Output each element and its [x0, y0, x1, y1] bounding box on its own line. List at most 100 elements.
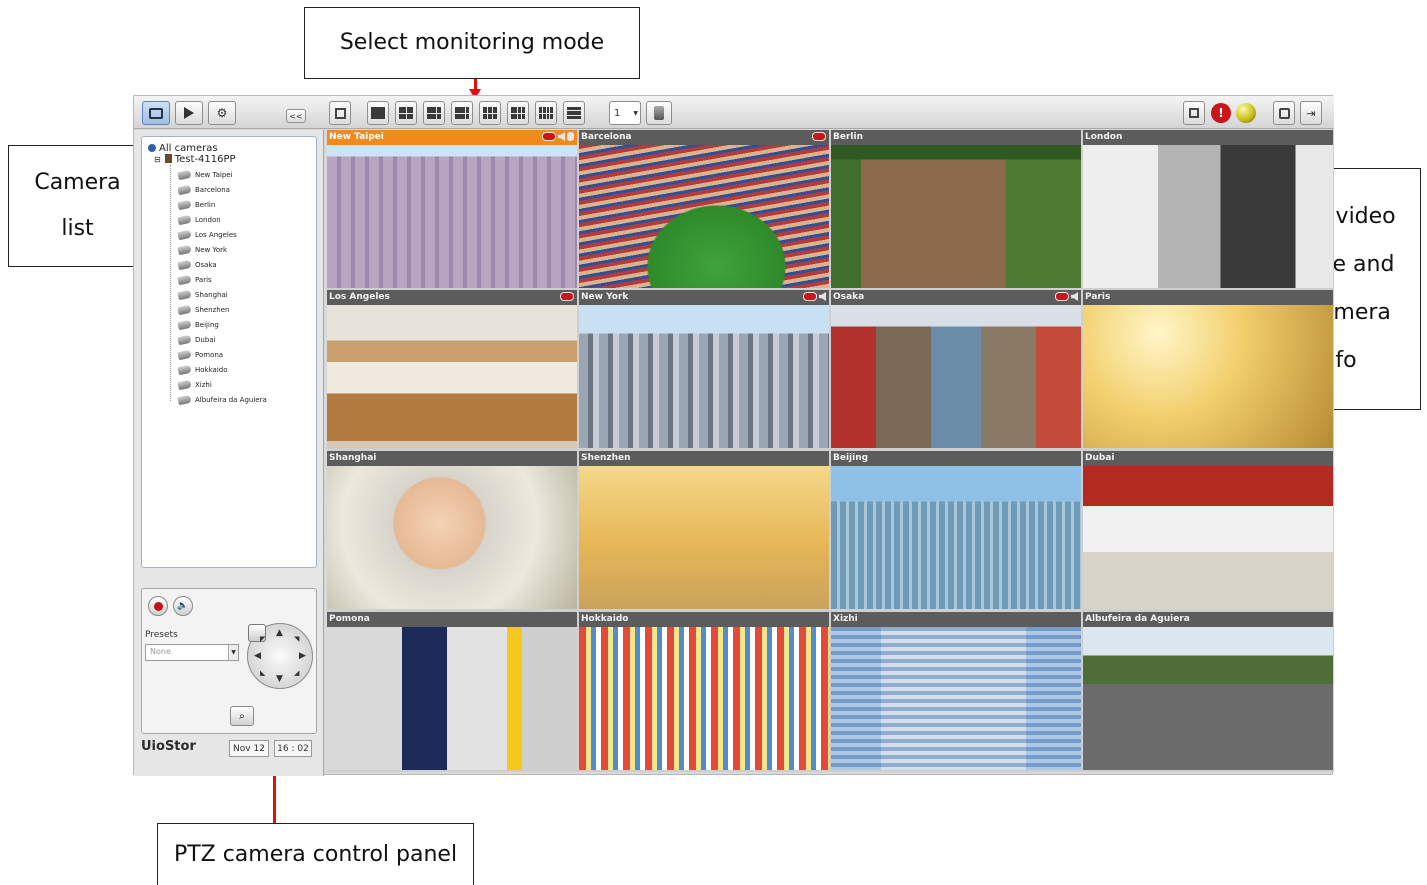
video-tile[interactable]: Dubai [1083, 451, 1333, 609]
video-tile[interactable]: Osaka [831, 290, 1081, 448]
camera-list-label: Paris [195, 275, 212, 284]
video-tile[interactable]: Beijing [831, 451, 1081, 609]
camera-list-item[interactable]: Berlin [177, 197, 267, 212]
layout-1-button[interactable] [367, 101, 389, 125]
camera-icon [177, 184, 192, 195]
arrow-down-left-icon[interactable]: ◣ [260, 669, 265, 677]
camera-list-item[interactable]: Xizhi [177, 377, 267, 392]
camera-list-item[interactable]: Beijing [177, 317, 267, 332]
layout-9-button[interactable] [479, 101, 501, 125]
camera-list-item[interactable]: Albufeira da Aguiera [177, 392, 267, 407]
arrow-down-right-icon[interactable]: ◢ [294, 669, 299, 677]
video-tile[interactable]: Xizhi [831, 612, 1081, 770]
camera-list-item[interactable]: Pomona [177, 347, 267, 362]
camera-list-label: Los Angeles [195, 230, 237, 239]
tile-header: London [1083, 130, 1333, 145]
camera-list-item[interactable]: Shenzhen [177, 302, 267, 317]
layout-10-button[interactable] [507, 101, 529, 125]
tile-header: New Taipei [327, 130, 577, 145]
video-tile[interactable]: Hokkaido [579, 612, 829, 770]
camera-list-item[interactable]: Paris [177, 272, 267, 287]
callout-ptz-panel-text: PTZ camera control panel [173, 841, 458, 867]
video-tile[interactable]: Los Angeles [327, 290, 577, 448]
layout-6-button[interactable] [423, 101, 445, 125]
video-tile[interactable]: Shenzhen [579, 451, 829, 609]
recording-icon [812, 132, 826, 141]
layout-sequential-button[interactable] [563, 101, 585, 125]
recording-icon [542, 132, 556, 141]
tile-status-icons [1055, 292, 1078, 301]
arrow-left-icon[interactable]: ◀ [254, 651, 261, 661]
camera-list-label: Osaka [195, 260, 217, 269]
tree-server[interactable]: ⊟ Test-4116PP [154, 154, 236, 165]
video-tile[interactable]: Paris [1083, 290, 1333, 448]
chevron-down-icon: ▼ [228, 645, 238, 660]
arrow-up-right-icon[interactable]: ◥ [294, 635, 299, 643]
camera-list-item[interactable]: Dubai [177, 332, 267, 347]
zoom-button[interactable]: ⌕ [230, 706, 254, 726]
tile-header: Beijing [831, 451, 1081, 466]
speaker-icon [819, 292, 826, 301]
video-tile[interactable]: New York [579, 290, 829, 448]
video-feed [327, 305, 577, 448]
arrow-up-icon[interactable]: ▲ [276, 628, 283, 638]
tile-camera-name: Xizhi [833, 614, 858, 624]
arrow-down-icon[interactable]: ▼ [276, 674, 283, 684]
tile-header: Pomona [327, 612, 577, 627]
live-view-button[interactable] [142, 101, 170, 125]
video-tile[interactable]: Shanghai [327, 451, 577, 609]
presets-select[interactable]: None ▼ [145, 644, 239, 661]
settings-button[interactable]: ⚙ [208, 101, 236, 125]
camera-list-item[interactable]: Barcelona [177, 182, 267, 197]
layout-8-button[interactable] [451, 101, 473, 125]
arrow-right-icon[interactable]: ▶ [299, 651, 306, 661]
playback-button[interactable] [175, 101, 203, 125]
camera-list-item[interactable]: London [177, 212, 267, 227]
snapshot-icon [1189, 108, 1199, 118]
camera-list-item[interactable]: New Taipei [177, 167, 267, 182]
page-select[interactable]: 1 ▼ [609, 101, 641, 125]
camera-list-item[interactable]: Los Angeles [177, 227, 267, 242]
arrow-up-left-icon[interactable]: ◤ [260, 635, 265, 643]
audio-button[interactable]: 🔈 [173, 596, 193, 616]
camera-list-item[interactable]: Shanghai [177, 287, 267, 302]
camera-icon [177, 244, 192, 255]
layout-16-button[interactable] [535, 101, 557, 125]
tile-header: Shanghai [327, 451, 577, 466]
alert-icon[interactable]: ! [1211, 103, 1231, 123]
video-feed [831, 627, 1081, 770]
camera-icon [177, 364, 192, 375]
callout-camera-list-line2: list [61, 216, 94, 241]
layout-16-icon [539, 107, 553, 119]
camera-icon [177, 229, 192, 240]
fullscreen-button[interactable] [329, 101, 351, 125]
about-button[interactable] [1273, 101, 1295, 125]
camera-list-label: Shenzhen [195, 305, 230, 314]
video-tile[interactable]: Pomona [327, 612, 577, 770]
video-feed [1083, 145, 1333, 288]
camera-list-label: Albufeira da Aguiera [195, 395, 267, 404]
tree-root[interactable]: All cameras [148, 143, 218, 154]
video-tile[interactable]: London [1083, 130, 1333, 288]
video-tile[interactable]: Berlin [831, 130, 1081, 288]
tile-header: Shenzhen [579, 451, 829, 466]
sequence-mode-button[interactable] [646, 101, 672, 125]
record-button[interactable] [148, 596, 168, 616]
camera-icon [177, 394, 192, 405]
collapse-sidebar-button[interactable]: << [286, 109, 306, 123]
camera-list-item[interactable]: Hokkaido [177, 362, 267, 377]
logout-button[interactable]: ⇥ [1300, 101, 1322, 125]
layout-4-button[interactable] [395, 101, 417, 125]
camera-icon [177, 349, 192, 360]
video-tile[interactable]: New Taipei [327, 130, 577, 288]
brand-logo: UioStor [141, 739, 196, 754]
camera-list-label: Xizhi [195, 380, 212, 389]
video-feed [579, 627, 829, 770]
camera-list-item[interactable]: New York [177, 242, 267, 257]
video-tile[interactable]: Albufeira da Aguiera [1083, 612, 1333, 770]
snapshot-button[interactable] [1183, 101, 1205, 125]
video-tile[interactable]: Barcelona [579, 130, 829, 288]
camera-list-item[interactable]: Osaka [177, 257, 267, 272]
video-grid: New Taipei Barcelona Berlin London Los A… [327, 130, 1334, 772]
layout-10-icon [511, 107, 525, 119]
